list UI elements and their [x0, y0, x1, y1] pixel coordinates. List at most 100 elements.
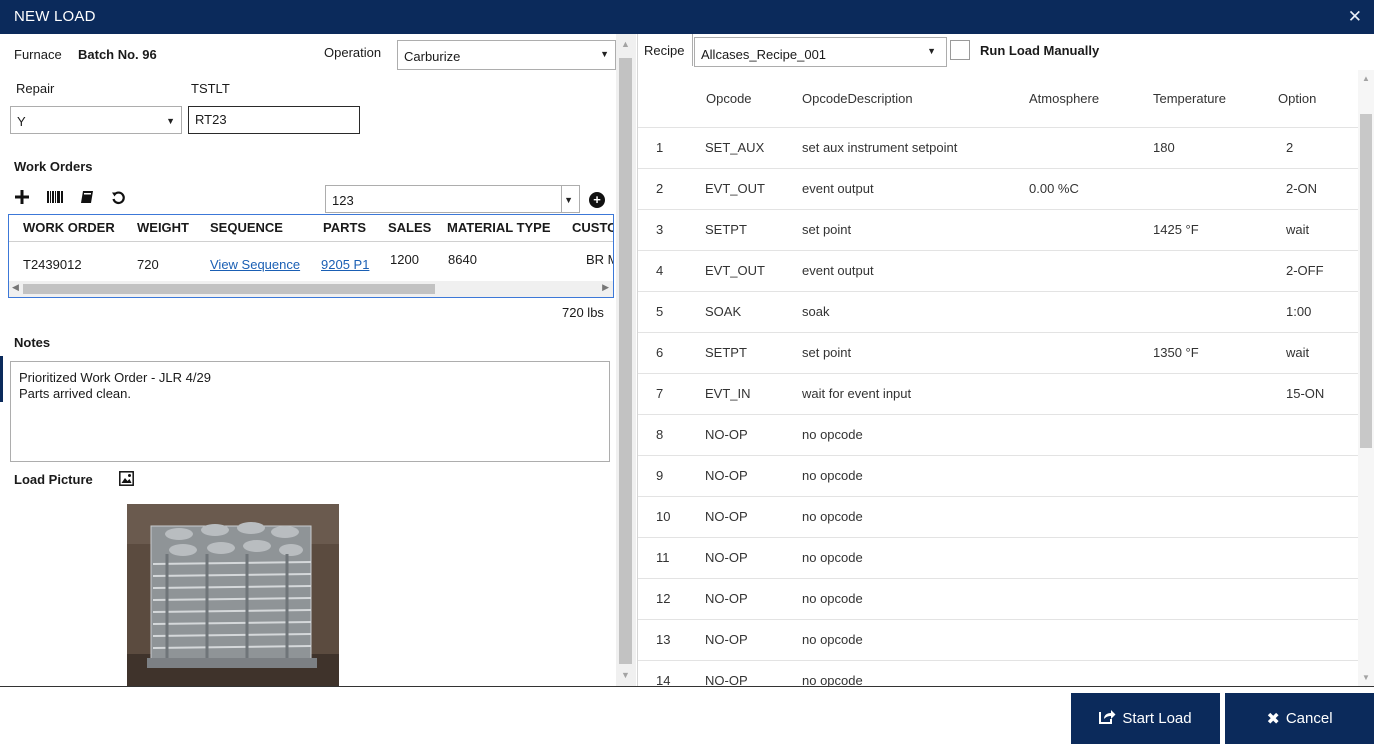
row-number: 5 [656, 304, 664, 319]
column-header[interactable]: WORK ORDER [23, 220, 115, 235]
opcode-cell: SETPT [705, 345, 747, 360]
scroll-up-icon[interactable]: ▲ [621, 39, 630, 49]
sales-cell: 1200 [390, 252, 419, 267]
column-header[interactable]: MATERIAL TYPE [447, 220, 551, 235]
column-header[interactable]: PARTS [323, 220, 366, 235]
column-header[interactable]: Option [1278, 91, 1316, 106]
cancel-label: Cancel [1285, 710, 1333, 727]
table-row[interactable]: 12 NO-OP no opcode [638, 578, 1358, 619]
column-header[interactable]: WEIGHT [137, 220, 189, 235]
close-icon[interactable]: ✕ [1348, 7, 1362, 27]
table-row[interactable]: 14 NO-OP no opcode [638, 660, 1358, 686]
opcode-cell: NO-OP [705, 550, 748, 565]
new-load-dialog: NEW LOAD ✕ Furnace Batch No. 96 Operatio… [0, 0, 1374, 744]
scroll-right-icon[interactable]: ▶ [602, 282, 609, 293]
work-order-search[interactable]: 123 ▼ [325, 185, 580, 213]
notes-textarea[interactable]: Prioritized Work Order - JLR 4/29 Parts … [10, 361, 610, 462]
column-header[interactable]: Temperature [1153, 91, 1226, 106]
work-order-cell: T2439012 [23, 257, 82, 272]
description-cell: set aux instrument setpoint [802, 140, 958, 155]
description-cell: set point [802, 222, 852, 237]
view-sequence-link[interactable]: View Sequence [210, 257, 300, 272]
column-header[interactable]: SALES [388, 220, 431, 235]
option-cell: 1:00 [1286, 304, 1312, 319]
column-header[interactable]: SEQUENCE [210, 220, 283, 235]
repair-select[interactable]: Y ▼ [10, 106, 182, 134]
table-row[interactable]: 6 SETPT set point 1350 °F wait [638, 332, 1358, 373]
table-row[interactable]: 4 EVT_OUT event output 2-OFF [638, 250, 1358, 291]
description-cell: no opcode [802, 591, 863, 606]
scroll-left-icon[interactable]: ◀ [12, 282, 19, 293]
row-number: 1 [656, 140, 664, 155]
description-cell: set point [802, 345, 852, 360]
image-icon[interactable] [119, 471, 134, 486]
barcode-icon[interactable] [46, 188, 64, 206]
operation-label: Operation [324, 45, 382, 60]
table-row[interactable]: 13 NO-OP no opcode [638, 619, 1358, 660]
table-row[interactable]: 10 NO-OP no opcode [638, 496, 1358, 537]
description-cell: no opcode [802, 673, 863, 686]
table-row[interactable]: 7 EVT_IN wait for event input 15-ON [638, 373, 1358, 414]
chevron-down-icon: ▼ [166, 116, 175, 126]
start-load-button[interactable]: Start Load [1071, 693, 1220, 744]
scrollbar-thumb[interactable] [619, 58, 632, 664]
temperature-cell: 180 [1153, 140, 1175, 155]
column-header[interactable]: Opcode [706, 91, 752, 106]
table-row[interactable]: 11 NO-OP no opcode [638, 537, 1358, 578]
row-number: 8 [656, 427, 664, 442]
add-icon[interactable] [13, 188, 31, 206]
title-bar: NEW LOAD ✕ [0, 0, 1374, 34]
column-header[interactable]: OpcodeDescription [802, 91, 913, 106]
book-icon[interactable] [78, 188, 96, 206]
left-vertical-scrollbar[interactable]: ▲ ▼ [616, 34, 636, 686]
atmosphere-cell: 0.00 %C [1029, 181, 1079, 196]
right-vertical-scrollbar[interactable]: ▲ ▼ [1358, 70, 1374, 686]
add-work-order-icon[interactable]: + [589, 192, 605, 208]
description-cell: no opcode [802, 550, 863, 565]
table-row[interactable]: 3 SETPT set point 1425 °F wait [638, 209, 1358, 250]
notes-line: Parts arrived clean. [19, 386, 131, 401]
scroll-down-icon[interactable]: ▼ [621, 670, 630, 680]
total-weight: 720 lbs [562, 305, 604, 320]
row-number: 14 [656, 673, 671, 686]
operation-select[interactable]: Carburize ▼ [397, 40, 616, 70]
tstlt-input[interactable]: RT23 [188, 106, 360, 134]
scroll-up-icon[interactable]: ▲ [1362, 74, 1370, 83]
description-cell: event output [802, 263, 874, 278]
description-cell: no opcode [802, 427, 863, 442]
work-orders-grid: WORK ORDER WEIGHT SEQUENCE PARTS SALES M… [8, 214, 614, 298]
table-row[interactable]: 1 SET_AUX set aux instrument setpoint 180 2 [638, 127, 1358, 168]
notes-line: Prioritized Work Order - JLR 4/29 [19, 370, 211, 385]
load-picture-heading: Load Picture [14, 472, 93, 487]
repair-value: Y [17, 114, 26, 129]
horizontal-scrollbar[interactable]: ◀ ▶ [9, 281, 613, 297]
left-pane: Furnace Batch No. 96 Operation Carburize… [0, 34, 616, 686]
column-header[interactable]: CUSTO [572, 220, 613, 235]
description-cell: no opcode [802, 468, 863, 483]
share-icon [1099, 709, 1116, 728]
option-cell: 2 [1286, 140, 1294, 155]
parts-link[interactable]: 9205 P1 [321, 257, 369, 272]
row-number: 13 [656, 632, 671, 647]
table-row[interactable]: 8 NO-OP no opcode [638, 414, 1358, 455]
scrollbar-thumb[interactable] [23, 284, 435, 294]
material-type-cell: 8640 [448, 252, 477, 267]
table-row[interactable]: 9 NO-OP no opcode [638, 455, 1358, 496]
opcode-cell: EVT_OUT [705, 181, 765, 196]
row-number: 4 [656, 263, 664, 278]
recipe-select[interactable]: Allcases_Recipe_001 ▼ [694, 37, 947, 67]
recipe-value: Allcases_Recipe_001 [701, 47, 827, 62]
furnace-label: Furnace [14, 47, 62, 62]
chevron-down-icon: ▼ [600, 49, 609, 59]
column-header[interactable]: Atmosphere [1029, 91, 1099, 106]
scroll-down-icon[interactable]: ▼ [1362, 673, 1370, 682]
table-row[interactable]: 2 EVT_OUT event output 0.00 %C 2-ON [638, 168, 1358, 209]
table-row[interactable]: 5 SOAK soak 1:00 [638, 291, 1358, 332]
scrollbar-thumb[interactable] [1360, 114, 1372, 448]
option-cell: wait [1286, 222, 1310, 237]
start-load-label: Start Load [1122, 710, 1192, 727]
run-manually-checkbox[interactable] [950, 40, 970, 60]
row-number: 7 [656, 386, 664, 401]
refresh-icon[interactable] [109, 188, 127, 206]
cancel-button[interactable]: ✖ Cancel [1225, 693, 1374, 744]
